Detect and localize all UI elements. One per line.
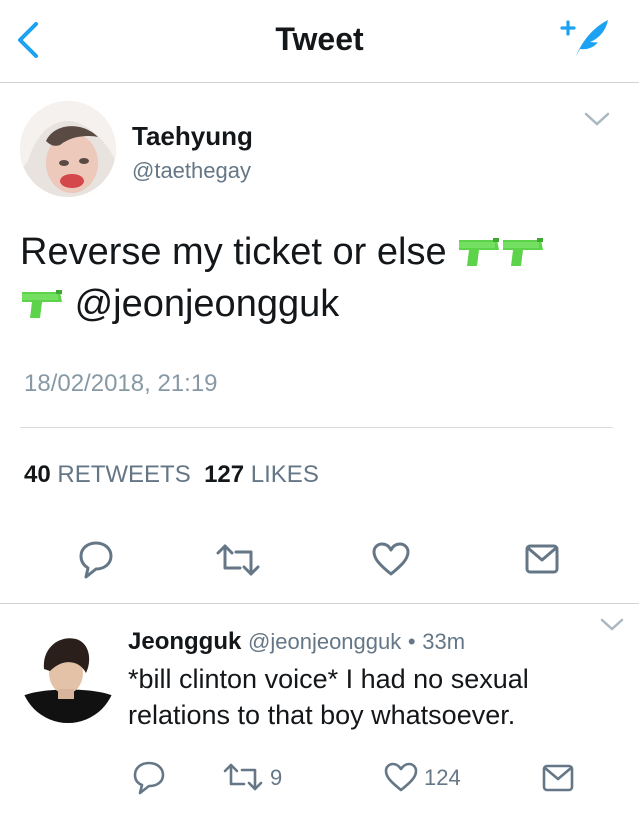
water-pistol-emoji [20, 284, 64, 320]
separator-dot: • [407, 629, 416, 654]
tweet-stats: 40 RETWEETS 127 LIKES [24, 461, 319, 489]
more-options-button[interactable] [582, 108, 612, 130]
retweets-stat[interactable]: 40 RETWEETS [24, 461, 191, 488]
avatar-photo [20, 627, 116, 723]
likes-stat[interactable]: 127 LIKES [204, 461, 319, 488]
display-name[interactable]: Taehyung [132, 121, 253, 152]
reply-icon[interactable] [78, 540, 114, 580]
tweet-timestamp: 18/02/2018, 21:19 [24, 370, 218, 397]
reply-header: Jeongguk @jeonjeongguk • 33m [128, 628, 465, 656]
reply-action-bar: 9 124 [0, 757, 639, 797]
page-title: Tweet [275, 21, 364, 57]
likes-count: 127 [204, 461, 245, 488]
retweets-label: RETWEETS [57, 461, 191, 488]
divider [20, 427, 613, 428]
reply-more-options-button[interactable] [598, 615, 626, 635]
chevron-down-icon [600, 618, 624, 631]
avatar-photo [20, 101, 116, 197]
reply-time: 33m [422, 629, 466, 654]
retweets-count: 40 [24, 461, 51, 488]
tweet-text: Reverse my ticket or else @jeonjeongguk [20, 226, 620, 330]
envelope-icon[interactable] [542, 764, 574, 792]
compose-button[interactable] [556, 16, 612, 60]
retweet-icon[interactable] [214, 544, 262, 576]
retweet-icon[interactable] [222, 763, 264, 791]
action-bar [0, 536, 639, 586]
divider [0, 603, 639, 604]
reply-like-count: 124 [424, 765, 461, 790]
reply-handle[interactable]: @jeonjeongguk [248, 629, 401, 654]
mention-link[interactable]: @jeonjeongguk [75, 283, 340, 325]
likes-label: LIKES [250, 461, 319, 488]
reply-avatar[interactable] [20, 627, 116, 723]
reply-display-name[interactable]: Jeongguk [128, 628, 241, 655]
user-handle[interactable]: @taethegay [132, 158, 251, 184]
tweet-text-line: Reverse my ticket or else [20, 231, 447, 273]
compose-feather-icon [560, 20, 608, 56]
water-pistol-emoji [501, 232, 545, 268]
reply-retweet-count: 9 [270, 765, 283, 790]
avatar[interactable] [20, 101, 116, 197]
reply-text: *bill clinton voice* I had no sexual rel… [128, 664, 529, 730]
water-pistol-emoji [457, 232, 501, 268]
heart-icon[interactable] [384, 762, 418, 792]
reply-icon[interactable] [133, 761, 165, 795]
heart-icon[interactable] [372, 542, 410, 576]
chevron-down-icon [584, 112, 610, 126]
envelope-icon[interactable] [525, 544, 559, 574]
